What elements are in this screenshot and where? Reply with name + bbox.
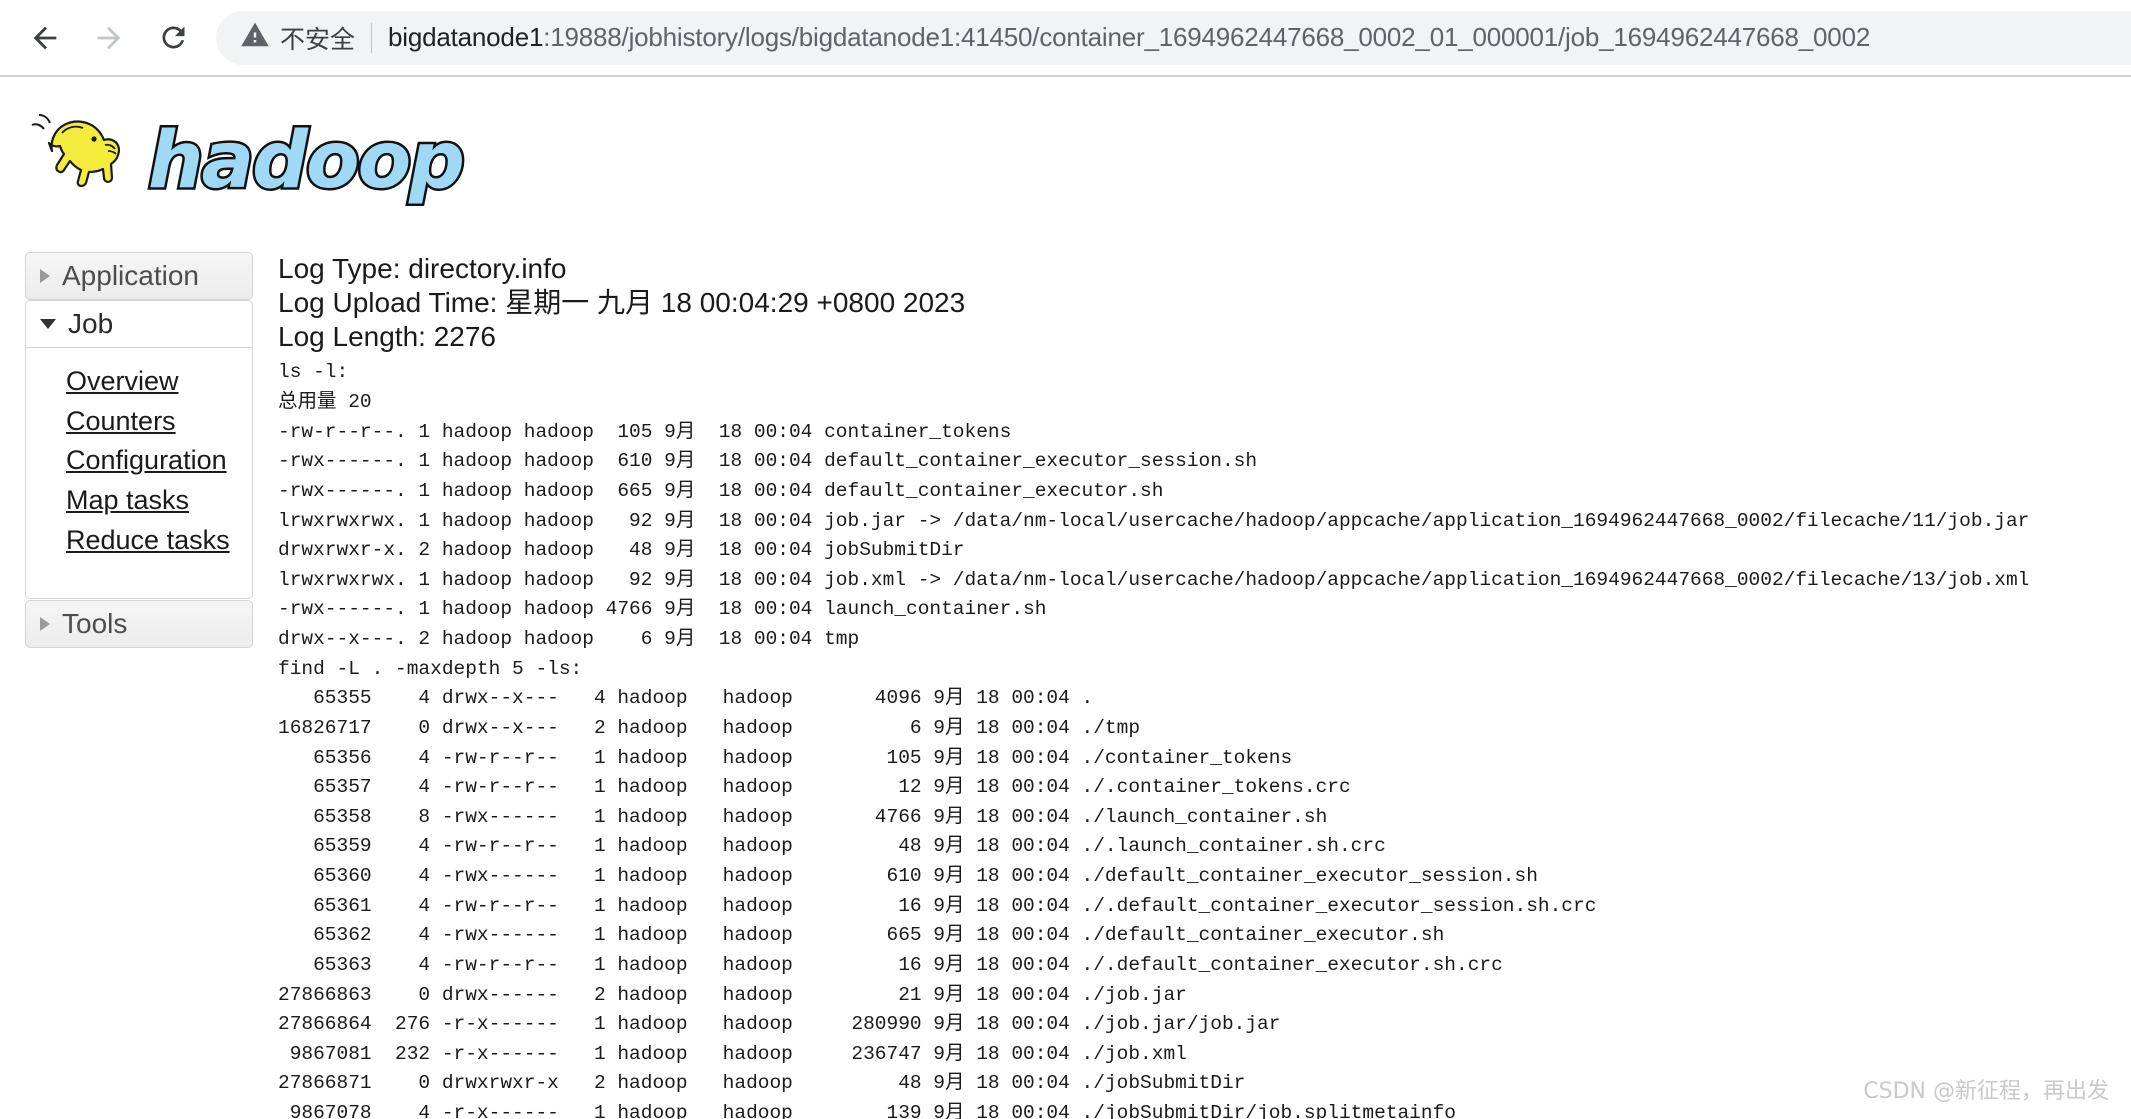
chevron-right-icon [40, 269, 50, 283]
back-button[interactable] [14, 7, 76, 69]
chevron-down-icon [40, 319, 56, 329]
log-body: ls -l: 总用量 20 -rw-r--r--. 1 hadoop hadoo… [278, 361, 2030, 1119]
url-host: bigdatanode1 [388, 22, 544, 52]
log-block-directory-info: Log Type: directory.info Log Upload Time… [278, 252, 2131, 1119]
log-length: Log Length: 2276 [278, 321, 496, 353]
warning-triangle-icon [240, 20, 270, 55]
csdn-watermark: CSDN @新征程，再出发 [1863, 1079, 2109, 1104]
back-arrow-icon [28, 21, 62, 55]
security-status-label: 不安全 [280, 24, 356, 54]
log-content: Log Type: directory.info Log Upload Time… [278, 252, 2131, 1119]
sidebar-item-map-tasks[interactable]: Map tasks [66, 481, 252, 521]
page-viewport: hadoop Application Job Overview Counters… [0, 75, 2131, 1119]
sidebar-section-label: Application [62, 260, 199, 291]
svg-text:hadoop: hadoop [148, 116, 463, 206]
sidebar-section-tools[interactable]: Tools [25, 600, 253, 649]
sidebar-item-overview[interactable]: Overview [66, 362, 252, 402]
navigation-buttons [14, 7, 204, 69]
sidebar-item-reduce-tasks[interactable]: Reduce tasks [66, 521, 252, 561]
sidebar-job-links: Overview Counters Configuration Map task… [25, 348, 253, 600]
sidebar-section-label: Job [68, 308, 114, 339]
chevron-right-icon [40, 617, 50, 632]
sidebar-item-counters[interactable]: Counters [66, 402, 252, 442]
address-bar[interactable]: 不安全 bigdatanode1:19888/jobhistory/logs/b… [216, 10, 2131, 65]
forward-arrow-icon [92, 21, 126, 55]
log-upload-time: Log Upload Time: 星期一 九月 18 00:04:29 +080… [278, 287, 966, 319]
url-path: :19888/jobhistory/logs/bigdatanode1:4145… [543, 22, 1871, 52]
sidebar-section-job[interactable]: Job [25, 300, 253, 348]
hadoop-logo: hadoop [22, 99, 522, 214]
sidebar-nav: Application Job Overview Counters Config… [25, 252, 253, 649]
hadoop-wordmark: hadoop [146, 114, 468, 209]
sidebar-section-application[interactable]: Application [25, 252, 253, 300]
browser-toolbar: 不安全 bigdatanode1:19888/jobhistory/logs/b… [0, 0, 2131, 75]
sidebar-item-configuration[interactable]: Configuration [66, 441, 252, 481]
omnibox-divider [371, 22, 373, 53]
security-status-chip[interactable]: 不安全 [216, 20, 355, 56]
url-text[interactable]: bigdatanode1:19888/jobhistory/logs/bigda… [388, 22, 1870, 53]
reload-button[interactable] [142, 7, 204, 69]
elephant-glyph [31, 114, 121, 188]
log-type: Log Type: directory.info [278, 253, 567, 284]
reload-icon [157, 21, 190, 54]
forward-button[interactable] [78, 7, 140, 69]
sidebar-section-label: Tools [62, 608, 128, 640]
